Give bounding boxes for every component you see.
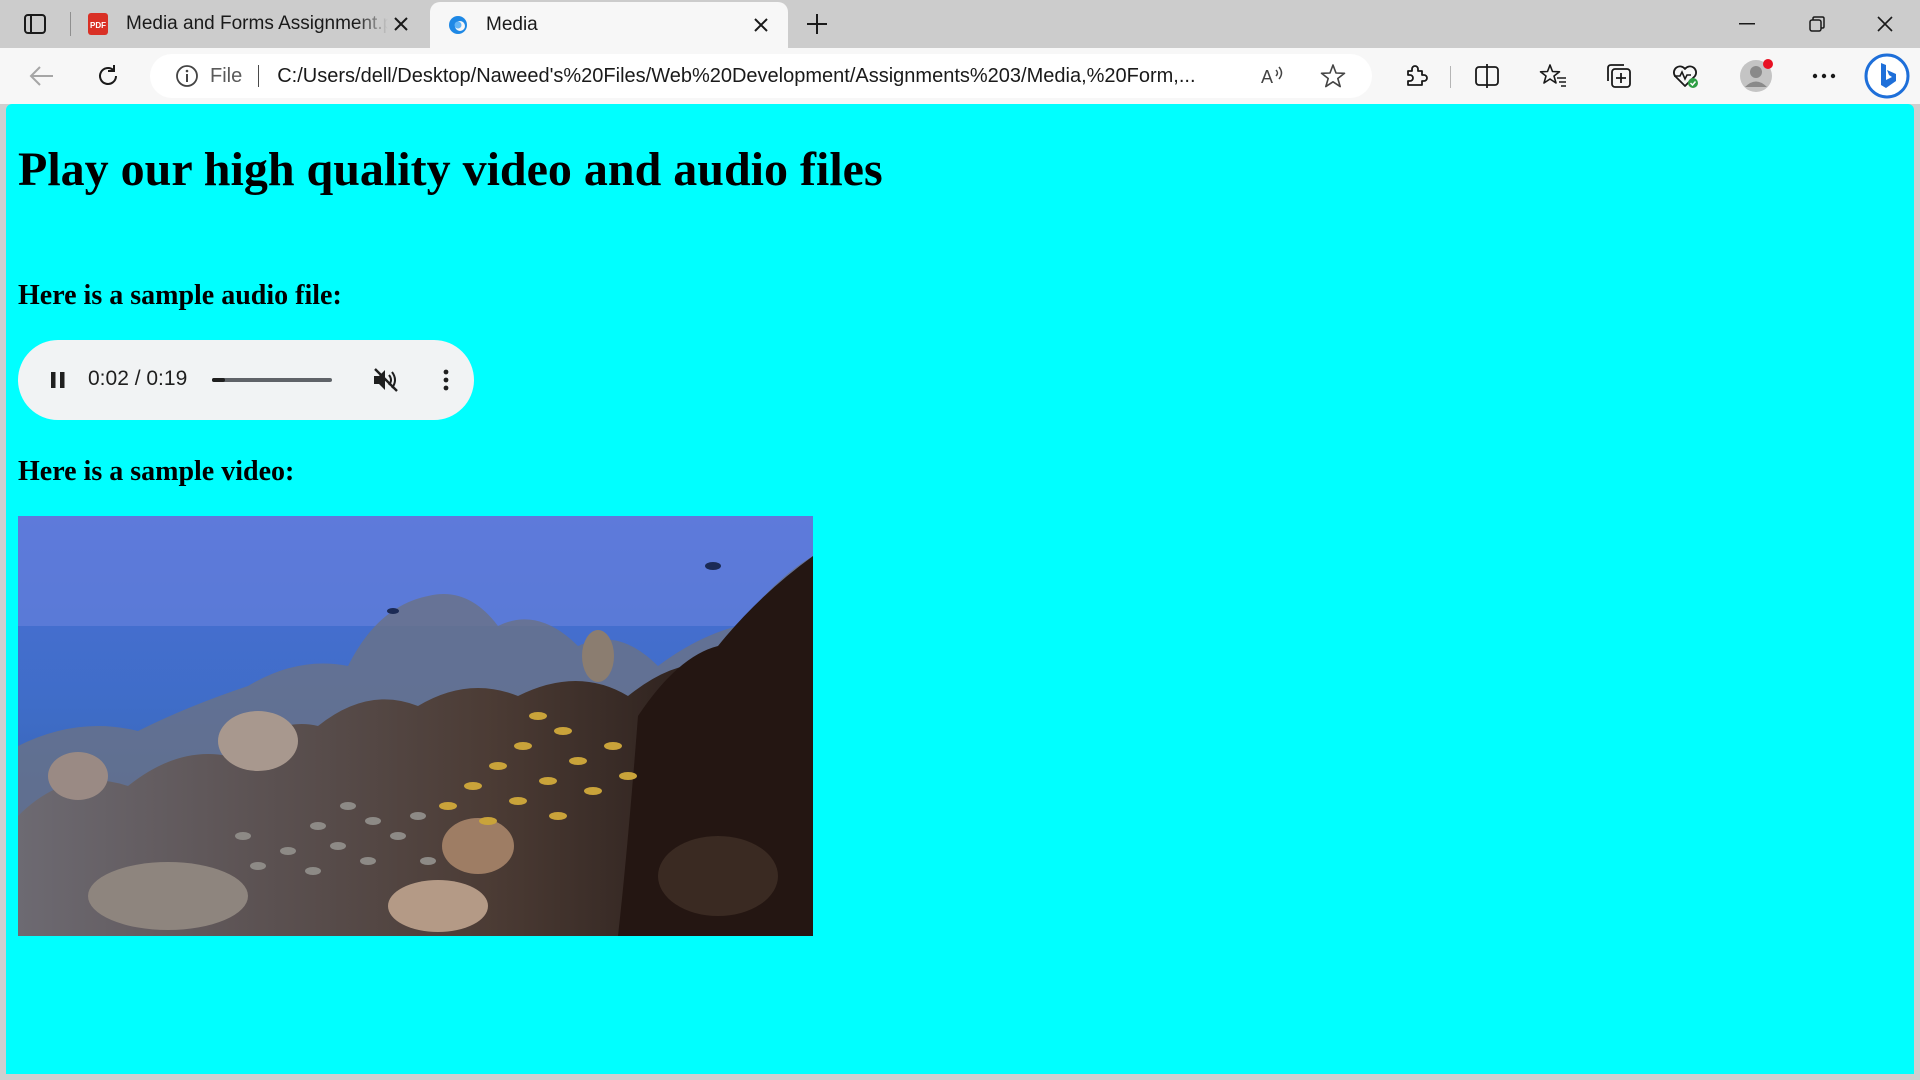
tab-strip: PDF Media and Forms Assignment.pdf Media (0, 0, 1920, 48)
heart-pulse-icon[interactable] (1667, 58, 1703, 94)
collections-icon[interactable] (1601, 58, 1637, 94)
back-arrow-icon[interactable] (24, 58, 60, 94)
address-scheme-label: File (210, 64, 243, 87)
close-icon[interactable] (748, 12, 774, 38)
page-title: Play our high quality video and audio fi… (18, 143, 883, 196)
favorites-icon[interactable] (1535, 58, 1571, 94)
profile-avatar-icon[interactable] (1737, 57, 1775, 95)
tab-media-forms-pdf[interactable]: PDF Media and Forms Assignment.pdf (70, 0, 428, 48)
info-icon[interactable] (174, 63, 200, 89)
tab-actions-icon[interactable] (18, 8, 52, 40)
close-window-icon[interactable] (1850, 0, 1920, 48)
audio-seek-slider[interactable] (212, 378, 332, 382)
refresh-icon[interactable] (90, 58, 126, 94)
video-frame-coral-reef (18, 516, 813, 936)
pdf-icon: PDF (86, 12, 110, 36)
mute-icon[interactable] (370, 364, 402, 396)
browser-toolbar: File C:/Users/dell/Desktop/Naweed's%20Fi… (0, 48, 1920, 104)
star-icon[interactable] (1320, 63, 1346, 89)
address-url[interactable]: C:/Users/dell/Desktop/Naweed's%20Files/W… (277, 65, 1245, 88)
read-aloud-icon[interactable]: A (1260, 63, 1286, 89)
edge-icon (446, 13, 470, 37)
audio-player[interactable]: 0:02 / 0:19 (18, 340, 474, 420)
audio-time: 0:02 / 0:19 (88, 367, 188, 390)
minimize-icon[interactable] (1712, 0, 1782, 48)
audio-seek-progress (212, 378, 225, 382)
more-options-icon[interactable] (430, 364, 462, 396)
video-player[interactable] (18, 516, 813, 936)
audio-section-label: Here is a sample audio file: (18, 280, 342, 311)
svg-text:PDF: PDF (90, 21, 106, 30)
close-icon[interactable] (388, 11, 414, 37)
window-bottom-border (0, 1074, 1920, 1080)
svg-text:A: A (1261, 67, 1273, 87)
tab-media[interactable]: Media (430, 2, 788, 48)
bing-icon[interactable] (1862, 52, 1912, 100)
toolbar-separator (1450, 66, 1451, 88)
address-divider (258, 65, 260, 87)
plus-icon[interactable] (800, 8, 834, 40)
address-bar[interactable]: File C:/Users/dell/Desktop/Naweed's%20Fi… (150, 54, 1372, 98)
puzzle-icon[interactable] (1397, 58, 1433, 94)
tab-title: Media and Forms Assignment.pdf (126, 13, 388, 34)
restore-icon[interactable] (1782, 0, 1852, 48)
more-icon[interactable] (1806, 58, 1842, 94)
pause-icon[interactable] (42, 364, 74, 396)
page-viewport: Play our high quality video and audio fi… (6, 104, 1914, 1074)
tab-title: Media (486, 14, 538, 35)
video-section-label: Here is a sample video: (18, 456, 295, 487)
split-screen-icon[interactable] (1469, 58, 1505, 94)
